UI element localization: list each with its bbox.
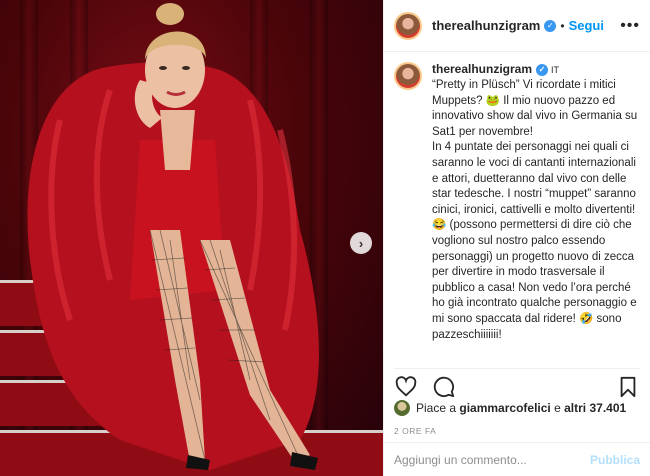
more-options-icon[interactable]: •••	[620, 17, 640, 35]
chevron-right-icon: ›	[358, 235, 364, 251]
post-photo[interactable]: ›	[0, 0, 383, 476]
caption-body: therealhunzigram ✓ IT “Pretty in Plüsch” V…	[432, 62, 642, 358]
verified-badge-icon: ✓	[544, 19, 557, 32]
verified-badge-icon: ✓	[536, 63, 549, 76]
comment-bar: Pubblica	[384, 442, 650, 476]
likes-prefix: Piace a	[416, 401, 457, 415]
caption-header: therealhunzigram ✓ IT	[432, 62, 642, 76]
heart-icon[interactable]	[394, 375, 418, 399]
caption: therealhunzigram ✓ IT “Pretty in Plüsch” V…	[394, 62, 642, 358]
next-photo-button[interactable]: ›	[350, 232, 372, 254]
header-username[interactable]: therealhunzigram	[432, 18, 540, 33]
follow-button[interactable]: Segui	[569, 18, 604, 33]
bookmark-icon[interactable]	[616, 375, 640, 399]
avatar[interactable]	[394, 400, 410, 416]
caption-username[interactable]: therealhunzigram	[432, 62, 532, 76]
woman-in-red-feathers	[27, 3, 319, 470]
comment-input[interactable]	[394, 452, 590, 467]
likes-count-link[interactable]: altri 37.401	[564, 401, 626, 415]
avatar[interactable]	[394, 62, 422, 90]
caption-text: “Pretty in Plüsch” Vi ricordate i mitici…	[432, 79, 638, 341]
language-badge: IT	[551, 65, 560, 75]
post-timestamp[interactable]: 2 ORE FA	[394, 426, 436, 436]
avatar[interactable]	[394, 11, 422, 40]
action-bar	[394, 368, 640, 399]
comment-bubble-icon[interactable]	[432, 375, 456, 399]
publish-button[interactable]: Pubblica	[590, 453, 640, 467]
post-header: therealhunzigram ✓ • Segui •••	[384, 0, 650, 52]
likes-conj: e	[554, 401, 561, 415]
likes-user-link[interactable]: giammarcofelici	[459, 401, 550, 415]
post-sidebar: therealhunzigram ✓ • Segui ••• therealhu…	[383, 0, 650, 476]
separator-dot: •	[560, 18, 565, 33]
likes-summary: Piace a giammarcofelici e altri 37.401	[394, 400, 626, 416]
